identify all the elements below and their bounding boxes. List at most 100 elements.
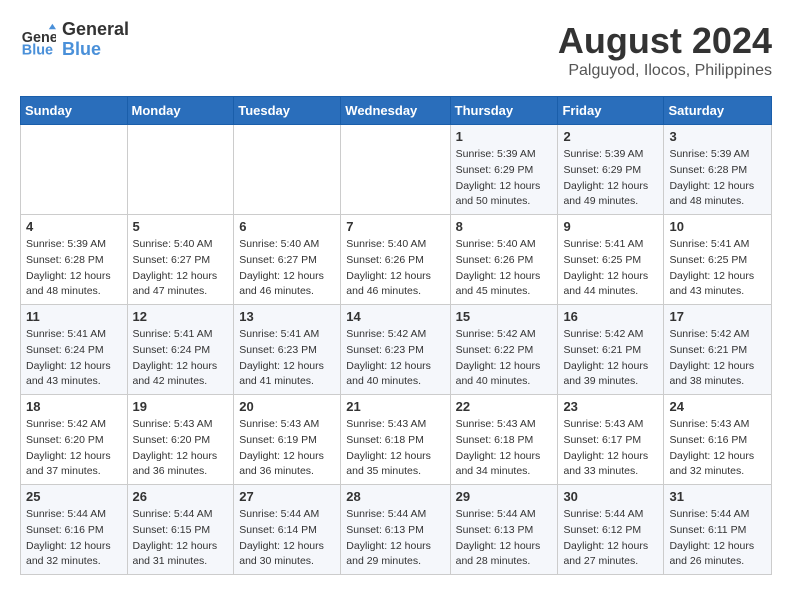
day-info: Sunrise: 5:41 AM Sunset: 6:25 PM Dayligh… bbox=[563, 237, 658, 300]
day-cell: 31 Sunrise: 5:44 AM Sunset: 6:11 PM Dayli… bbox=[664, 485, 772, 575]
day-number: 12 bbox=[133, 309, 229, 324]
day-number: 22 bbox=[456, 399, 553, 414]
day-cell: 22 Sunrise: 5:43 AM Sunset: 6:18 PM Dayli… bbox=[450, 395, 558, 485]
day-info: Sunrise: 5:44 AM Sunset: 6:14 PM Dayligh… bbox=[239, 507, 335, 570]
day-info: Sunrise: 5:42 AM Sunset: 6:21 PM Dayligh… bbox=[669, 327, 766, 390]
day-info: Sunrise: 5:40 AM Sunset: 6:27 PM Dayligh… bbox=[133, 237, 229, 300]
day-number: 5 bbox=[133, 219, 229, 234]
day-info: Sunrise: 5:39 AM Sunset: 6:28 PM Dayligh… bbox=[669, 147, 766, 210]
day-cell: 19 Sunrise: 5:43 AM Sunset: 6:20 PM Dayli… bbox=[127, 395, 234, 485]
logo-icon: General Blue bbox=[20, 22, 56, 58]
day-cell: 3 Sunrise: 5:39 AM Sunset: 6:28 PM Daylig… bbox=[664, 125, 772, 215]
day-info: Sunrise: 5:43 AM Sunset: 6:16 PM Dayligh… bbox=[669, 417, 766, 480]
day-cell: 15 Sunrise: 5:42 AM Sunset: 6:22 PM Dayli… bbox=[450, 305, 558, 395]
page-header: General Blue General Blue August 2024 Pa… bbox=[20, 20, 772, 80]
day-info: Sunrise: 5:43 AM Sunset: 6:19 PM Dayligh… bbox=[239, 417, 335, 480]
logo: General Blue General Blue bbox=[20, 20, 129, 60]
header-day-saturday: Saturday bbox=[664, 97, 772, 125]
header-day-monday: Monday bbox=[127, 97, 234, 125]
day-info: Sunrise: 5:44 AM Sunset: 6:11 PM Dayligh… bbox=[669, 507, 766, 570]
day-cell: 1Sunrise: 5:39 AM Sunset: 6:29 PM Daylig… bbox=[450, 125, 558, 215]
day-info: Sunrise: 5:43 AM Sunset: 6:17 PM Dayligh… bbox=[563, 417, 658, 480]
day-cell bbox=[127, 125, 234, 215]
header-day-tuesday: Tuesday bbox=[234, 97, 341, 125]
day-number: 29 bbox=[456, 489, 553, 504]
day-info: Sunrise: 5:44 AM Sunset: 6:13 PM Dayligh… bbox=[456, 507, 553, 570]
header-day-wednesday: Wednesday bbox=[341, 97, 450, 125]
day-info: Sunrise: 5:41 AM Sunset: 6:24 PM Dayligh… bbox=[133, 327, 229, 390]
day-number: 9 bbox=[563, 219, 658, 234]
day-number: 15 bbox=[456, 309, 553, 324]
header-row: SundayMondayTuesdayWednesdayThursdayFrid… bbox=[21, 97, 772, 125]
week-row-3: 18Sunrise: 5:42 AM Sunset: 6:20 PM Dayli… bbox=[21, 395, 772, 485]
day-number: 14 bbox=[346, 309, 444, 324]
week-row-1: 4 Sunrise: 5:39 AM Sunset: 6:28 PM Daylig… bbox=[21, 215, 772, 305]
day-number: 30 bbox=[563, 489, 658, 504]
day-info: Sunrise: 5:40 AM Sunset: 6:27 PM Dayligh… bbox=[239, 237, 335, 300]
header-day-friday: Friday bbox=[558, 97, 664, 125]
header-day-thursday: Thursday bbox=[450, 97, 558, 125]
day-number: 25 bbox=[26, 489, 122, 504]
day-number: 21 bbox=[346, 399, 444, 414]
day-info: Sunrise: 5:39 AM Sunset: 6:28 PM Dayligh… bbox=[26, 237, 122, 300]
day-cell: 24 Sunrise: 5:43 AM Sunset: 6:16 PM Dayli… bbox=[664, 395, 772, 485]
day-info: Sunrise: 5:43 AM Sunset: 6:18 PM Dayligh… bbox=[456, 417, 553, 480]
day-info: Sunrise: 5:42 AM Sunset: 6:23 PM Dayligh… bbox=[346, 327, 444, 390]
day-number: 3 bbox=[669, 129, 766, 144]
day-number: 6 bbox=[239, 219, 335, 234]
week-row-0: 1 Sunrise: 5:39 AM Sunset: 6:29 PM Daylig… bbox=[21, 125, 772, 215]
month-year-title: August 2024 bbox=[558, 20, 772, 62]
day-number: 8 bbox=[456, 219, 553, 234]
day-cell: 9 Sunrise: 5:41 AM Sunset: 6:25 PM Daylig… bbox=[558, 215, 664, 305]
day-cell: 23Sunrise: 5:43 AM Sunset: 6:17 PM Dayli… bbox=[558, 395, 664, 485]
day-number: 18 bbox=[26, 399, 122, 414]
day-info: Sunrise: 5:44 AM Sunset: 6:16 PM Dayligh… bbox=[26, 507, 122, 570]
day-number: 31 bbox=[669, 489, 766, 504]
day-cell: 18Sunrise: 5:42 AM Sunset: 6:20 PM Dayli… bbox=[21, 395, 128, 485]
svg-text:Blue: Blue bbox=[22, 42, 53, 58]
day-cell: 25 Sunrise: 5:44 AM Sunset: 6:16 PM Dayli… bbox=[21, 485, 128, 575]
day-info: Sunrise: 5:43 AM Sunset: 6:20 PM Dayligh… bbox=[133, 417, 229, 480]
day-cell bbox=[21, 125, 128, 215]
day-number: 27 bbox=[239, 489, 335, 504]
day-cell: 4 Sunrise: 5:39 AM Sunset: 6:28 PM Daylig… bbox=[21, 215, 128, 305]
day-cell: 5 Sunrise: 5:40 AM Sunset: 6:27 PM Daylig… bbox=[127, 215, 234, 305]
day-cell: 14 Sunrise: 5:42 AM Sunset: 6:23 PM Dayli… bbox=[341, 305, 450, 395]
day-number: 1 bbox=[456, 129, 553, 144]
day-number: 24 bbox=[669, 399, 766, 414]
day-number: 2 bbox=[563, 129, 658, 144]
day-cell: 16Sunrise: 5:42 AM Sunset: 6:21 PM Dayli… bbox=[558, 305, 664, 395]
day-info: Sunrise: 5:44 AM Sunset: 6:15 PM Dayligh… bbox=[133, 507, 229, 570]
day-cell: 28 Sunrise: 5:44 AM Sunset: 6:13 PM Dayli… bbox=[341, 485, 450, 575]
header-day-sunday: Sunday bbox=[21, 97, 128, 125]
day-number: 10 bbox=[669, 219, 766, 234]
day-cell: 10 Sunrise: 5:41 AM Sunset: 6:25 PM Dayli… bbox=[664, 215, 772, 305]
day-cell: 30 Sunrise: 5:44 AM Sunset: 6:12 PM Dayli… bbox=[558, 485, 664, 575]
day-number: 7 bbox=[346, 219, 444, 234]
day-info: Sunrise: 5:42 AM Sunset: 6:22 PM Dayligh… bbox=[456, 327, 553, 390]
day-number: 26 bbox=[133, 489, 229, 504]
day-cell: 12 Sunrise: 5:41 AM Sunset: 6:24 PM Dayli… bbox=[127, 305, 234, 395]
day-cell: 6 Sunrise: 5:40 AM Sunset: 6:27 PM Daylig… bbox=[234, 215, 341, 305]
day-info: Sunrise: 5:39 AM Sunset: 6:29 PM Dayligh… bbox=[563, 147, 658, 210]
day-info: Sunrise: 5:44 AM Sunset: 6:12 PM Dayligh… bbox=[563, 507, 658, 570]
day-number: 28 bbox=[346, 489, 444, 504]
day-info: Sunrise: 5:44 AM Sunset: 6:13 PM Dayligh… bbox=[346, 507, 444, 570]
location-subtitle: Palguyod, Ilocos, Philippines bbox=[558, 62, 772, 80]
title-block: August 2024 Palguyod, Ilocos, Philippine… bbox=[558, 20, 772, 80]
day-info: Sunrise: 5:41 AM Sunset: 6:24 PM Dayligh… bbox=[26, 327, 122, 390]
day-info: Sunrise: 5:41 AM Sunset: 6:25 PM Dayligh… bbox=[669, 237, 766, 300]
day-number: 19 bbox=[133, 399, 229, 414]
day-cell: 21 Sunrise: 5:43 AM Sunset: 6:18 PM Dayli… bbox=[341, 395, 450, 485]
day-cell: 20Sunrise: 5:43 AM Sunset: 6:19 PM Dayli… bbox=[234, 395, 341, 485]
day-number: 4 bbox=[26, 219, 122, 234]
day-cell: 27 Sunrise: 5:44 AM Sunset: 6:14 PM Dayli… bbox=[234, 485, 341, 575]
day-info: Sunrise: 5:43 AM Sunset: 6:18 PM Dayligh… bbox=[346, 417, 444, 480]
day-cell: 7Sunrise: 5:40 AM Sunset: 6:26 PM Daylig… bbox=[341, 215, 450, 305]
day-info: Sunrise: 5:41 AM Sunset: 6:23 PM Dayligh… bbox=[239, 327, 335, 390]
day-cell bbox=[341, 125, 450, 215]
calendar-body: 1 Sunrise: 5:39 AM Sunset: 6:29 PM Daylig… bbox=[21, 125, 772, 575]
day-cell bbox=[234, 125, 341, 215]
day-cell: 26 Sunrise: 5:44 AM Sunset: 6:15 PM Dayli… bbox=[127, 485, 234, 575]
day-cell: 8Sunrise: 5:40 AM Sunset: 6:26 PM Daylig… bbox=[450, 215, 558, 305]
